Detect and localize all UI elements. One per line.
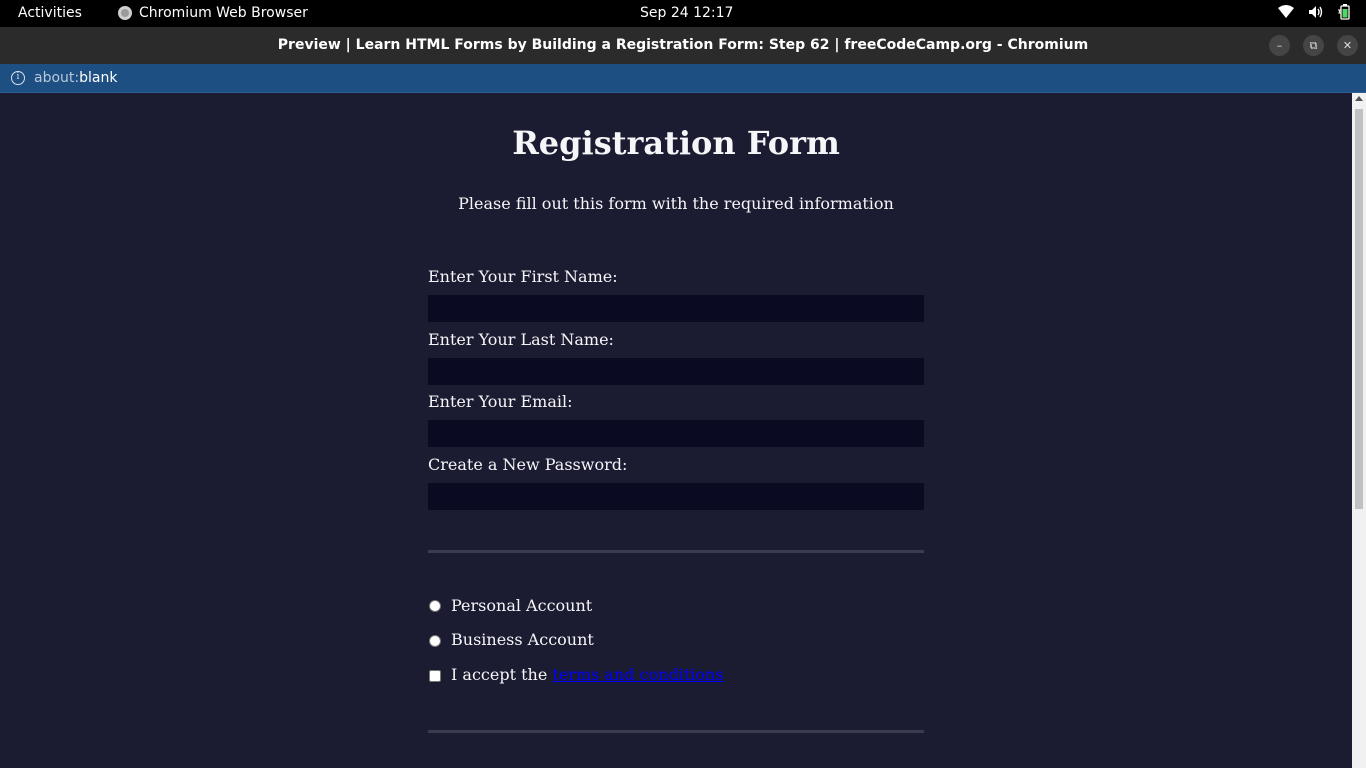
page-title: Registration Form (512, 124, 840, 162)
restore-icon: ⧉ (1309, 38, 1318, 52)
scroll-up-icon[interactable] (1355, 96, 1363, 101)
terms-link[interactable]: terms and conditions (552, 665, 723, 684)
minimize-icon: – (1276, 39, 1283, 52)
fieldset-divider-2 (428, 730, 924, 733)
chromium-icon (118, 6, 132, 20)
maximize-button[interactable]: ⧉ (1303, 35, 1324, 56)
business-account-label: Business Account (451, 630, 594, 649)
first-name-label: Enter Your First Name: (428, 267, 618, 286)
system-tray[interactable] (1278, 4, 1352, 20)
last-name-label: Enter Your Last Name: (428, 330, 614, 349)
page-subtitle: Please fill out this form with the requi… (458, 194, 894, 213)
url-path: blank (79, 70, 118, 86)
address-bar[interactable]: i about:blank (0, 64, 1366, 93)
fieldset-divider (428, 550, 924, 553)
window-title: Preview | Learn HTML Forms by Building a… (277, 37, 1089, 53)
password-label: Create a New Password: (428, 455, 628, 474)
page-viewport: Registration Form Please fill out this f… (0, 93, 1352, 768)
battery-icon (1338, 4, 1352, 20)
terms-checkbox[interactable] (429, 670, 441, 682)
info-icon[interactable]: i (11, 71, 25, 85)
window-title-bar[interactable]: Preview | Learn HTML Forms by Building a… (0, 27, 1366, 64)
app-name: Chromium Web Browser (139, 5, 308, 21)
password-input[interactable] (428, 483, 924, 510)
system-top-bar: Activities Chromium Web Browser Sep 24 1… (0, 0, 1366, 27)
wifi-icon (1278, 5, 1294, 19)
scrollbar-thumb[interactable] (1355, 109, 1363, 509)
activities-button[interactable]: Activities (18, 5, 82, 21)
personal-account-label: Personal Account (451, 596, 593, 615)
personal-account-radio[interactable] (429, 600, 441, 612)
first-name-input[interactable] (428, 295, 924, 322)
close-button[interactable]: ✕ (1337, 35, 1358, 56)
close-icon: ✕ (1342, 39, 1353, 52)
app-menu[interactable]: Chromium Web Browser (118, 5, 308, 21)
terms-prefix: I accept the (451, 665, 553, 684)
terms-label: I accept the terms and conditions (451, 665, 724, 684)
last-name-input[interactable] (428, 358, 924, 385)
url-text[interactable]: about:blank (34, 70, 117, 86)
url-scheme: about: (34, 70, 80, 86)
vertical-scrollbar[interactable] (1352, 93, 1366, 768)
business-account-radio[interactable] (429, 635, 441, 647)
minimize-button[interactable]: – (1269, 35, 1290, 56)
volume-icon (1308, 5, 1324, 19)
clock[interactable]: Sep 24 12:17 (640, 5, 733, 21)
email-input[interactable] (428, 420, 924, 447)
email-label: Enter Your Email: (428, 392, 573, 411)
